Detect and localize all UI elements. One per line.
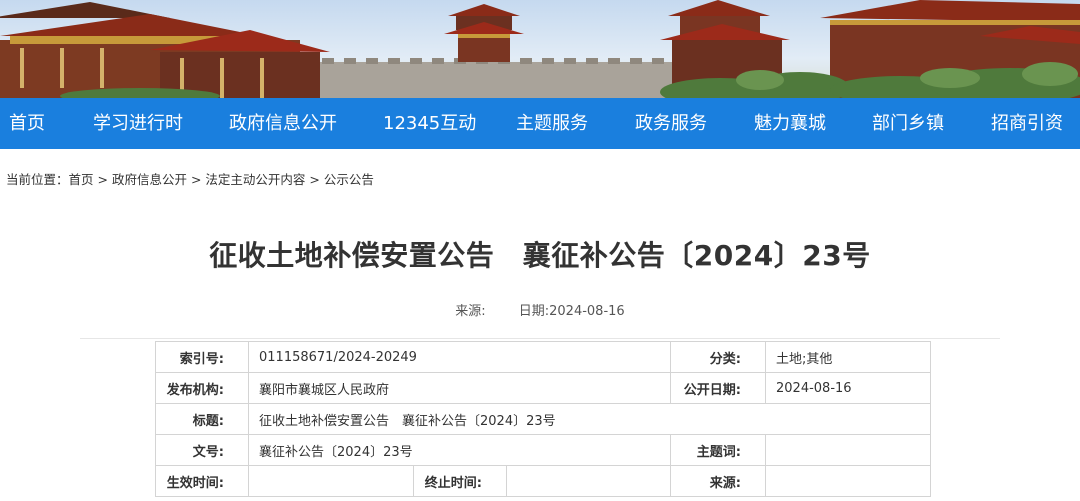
nav-gov-info[interactable]: 政府信息公开 [229,98,337,149]
meta-date-label: 日期: [518,304,550,319]
pubdate-value: 2024-08-16 [765,372,931,404]
publisher-value: 襄阳市襄城区人民政府 [248,372,671,404]
breadcrumb-home[interactable]: 首页 [69,172,94,187]
expiry-label: 终止时间: [413,465,507,497]
meta-source-label: 来源: [455,304,486,319]
breadcrumb-gov-info[interactable]: 政府信息公开 [112,172,187,187]
nav-12345[interactable]: 12345互动 [383,98,476,149]
subject-label: 主题词: [670,434,766,466]
publisher-label: 发布机构: [155,372,249,404]
index-value: 011158671/2024-20249 [248,341,671,373]
breadcrumb-prefix: 当前位置： [6,172,69,187]
breadcrumb-separator: > [305,172,324,187]
effective-value [248,465,414,497]
table-row: 标题: 征收土地补偿安置公告 襄征补公告〔2024〕23号 [155,403,931,435]
category-label: 分类: [670,341,766,373]
breadcrumb-announcements[interactable]: 公示公告 [324,172,374,187]
pubdate-label: 公开日期: [670,372,766,404]
nav-topics[interactable]: 主题服务 [516,98,588,149]
subject-value [765,434,931,466]
effective-label: 生效时间: [155,465,249,497]
document-info-table: 索引号: 011158671/2024-20249 分类: 土地;其他 发布机构… [155,341,931,497]
meta-date-value: 2024-08-16 [549,304,625,319]
divider [80,338,1000,339]
breadcrumb-separator: > [186,172,206,187]
table-row: 索引号: 011158671/2024-20249 分类: 土地;其他 [155,341,931,373]
nav-study[interactable]: 学习进行时 [93,98,183,149]
table-row: 生效时间: 终止时间: 来源: [155,465,931,497]
expiry-value [506,465,671,497]
nav-investment[interactable]: 招商引资 [991,98,1063,149]
title-label: 标题: [155,403,249,435]
nav-home[interactable]: 首页 [9,98,45,149]
docno-value: 襄征补公告〔2024〕23号 [248,434,671,466]
docno-label: 文号: [155,434,249,466]
source-label: 来源: [670,465,766,497]
banner-ancient-city-illustration [0,0,1080,98]
nav-departments[interactable]: 部门乡镇 [872,98,944,149]
article-meta: 来源: 日期:2024-08-16 [0,300,1080,319]
main-nav: 首页 学习进行时 政府信息公开 12345互动 主题服务 政务服务 魅力襄城 部… [0,98,1080,149]
breadcrumb-separator: > [93,172,112,187]
nav-charm[interactable]: 魅力襄城 [754,98,826,149]
nav-gov-services[interactable]: 政务服务 [635,98,707,149]
page-title: 征收土地补偿安置公告 襄征补公告〔2024〕23号 [209,239,871,272]
table-row: 文号: 襄征补公告〔2024〕23号 主题词: [155,434,931,466]
category-value: 土地;其他 [765,341,931,373]
breadcrumb-statutory[interactable]: 法定主动公开内容 [205,172,305,187]
source-value [765,465,931,497]
index-label: 索引号: [155,341,249,373]
table-row: 发布机构: 襄阳市襄城区人民政府 公开日期: 2024-08-16 [155,372,931,404]
breadcrumb: 当前位置：首页 > 政府信息公开 > 法定主动公开内容 > 公示公告 [6,169,374,188]
header-banner [0,0,1080,98]
title-value: 征收土地补偿安置公告 襄征补公告〔2024〕23号 [248,403,931,435]
